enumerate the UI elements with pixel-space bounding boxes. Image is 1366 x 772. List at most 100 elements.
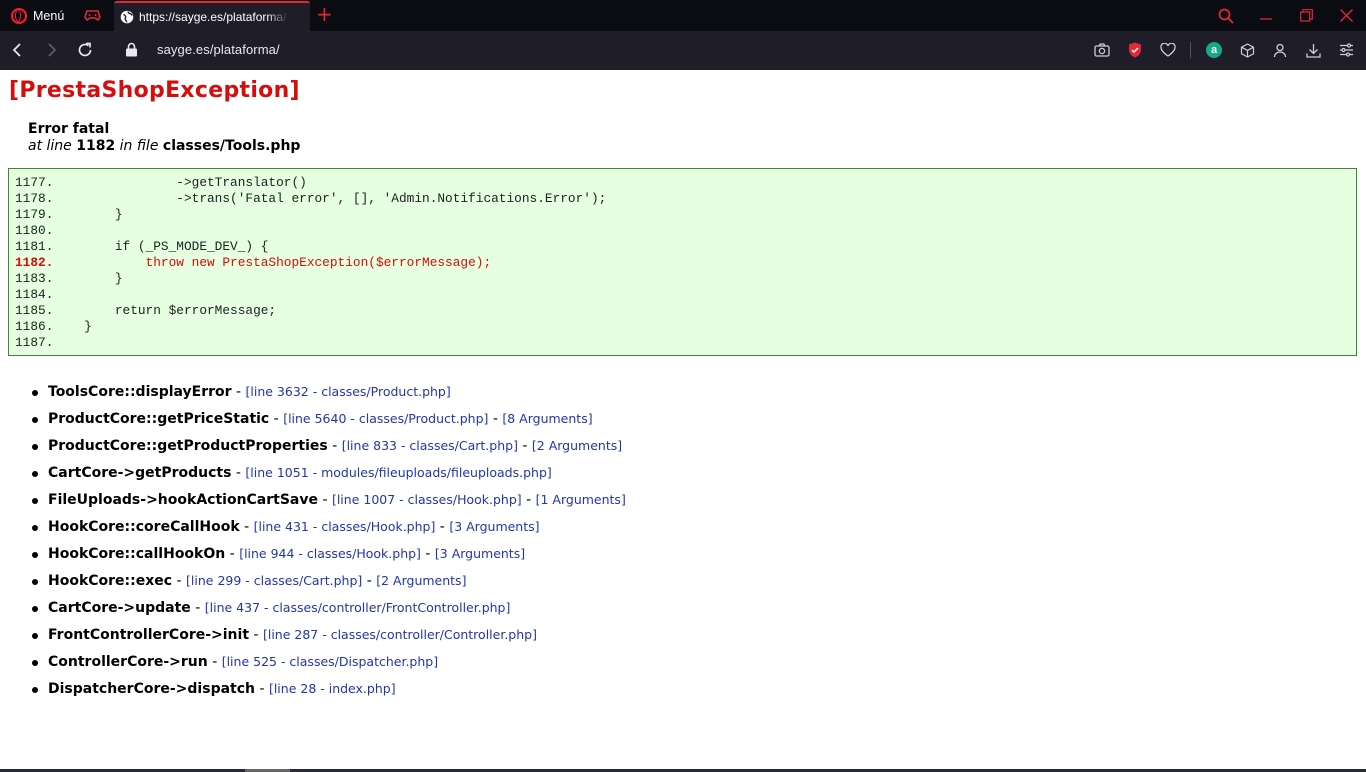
trace-function: CartCore->update [48,600,191,616]
code-line-text: } [53,207,123,222]
code-line-number: 1187. [15,335,54,350]
stack-trace-item: ToolsCore::displayError - [line 3632 - c… [28,383,626,410]
snapshot-button[interactable] [1092,40,1112,60]
at-line-prefix: at line [28,138,72,154]
back-icon[interactable] [9,41,27,59]
code-line-number: 1185. [15,303,54,318]
trace-arguments-link[interactable]: [2 Arguments] [532,438,622,453]
code-line: 1177. ->getTranslator() [15,175,1356,191]
code-line: 1178. ->trans('Fatal error', [], 'Admin.… [15,191,1356,207]
code-line-text: if (_PS_MODE_DEV_) { [53,239,269,254]
trace-location-link[interactable]: [line 525 - classes/Dispatcher.php] [222,654,438,669]
code-line-text: } [53,271,123,286]
error-title: Error fatal [28,121,110,137]
bookmark-button[interactable] [1158,40,1178,60]
globe-icon [120,10,134,24]
code-line-number: 1184. [15,287,54,302]
opera-menu-button[interactable]: Menú [6,6,64,26]
new-tab-button[interactable]: + [316,4,333,24]
close-window-button[interactable] [1326,0,1366,31]
easy-setup-button[interactable] [1336,40,1356,60]
trace-function: ControllerCore->run [48,654,208,670]
trace-function: ProductCore::getPriceStatic [48,411,270,427]
stack-trace-item: CartCore->getProducts - [line 1051 - mod… [28,464,626,491]
minimize-button[interactable] [1246,0,1286,31]
camera-icon [1094,43,1110,57]
shield-icon [1129,42,1141,58]
gx-control-icon[interactable] [84,8,101,22]
search-tabs-button[interactable] [1206,0,1246,31]
trace-function: FileUploads->hookActionCartSave [48,492,318,508]
trace-function: CartCore->getProducts [48,465,232,481]
url-field[interactable]: sayge.es/plataforma/ [157,42,280,57]
trace-function: ProductCore::getProductProperties [48,438,328,454]
downloads-button[interactable] [1303,40,1323,60]
trace-location-link[interactable]: [line 287 - classes/controller/Controlle… [263,627,537,642]
code-line-text: ->trans('Fatal error', [], 'Admin.Notifi… [53,191,607,206]
error-file: classes/Tools.php [162,138,301,154]
trace-function: DispatcherCore->dispatch [48,681,255,697]
code-line: 1181. if (_PS_MODE_DEV_) { [15,239,1356,255]
code-line-number: 1182. [15,255,54,270]
error-line-number: 1182 [76,138,116,154]
lock-icon[interactable] [125,42,138,57]
trace-location-link[interactable]: [line 944 - classes/Hook.php] [239,546,421,561]
exception-heading: [PrestaShopException] [9,78,300,103]
stack-trace-item: DispatcherCore->dispatch - [line 28 - in… [28,680,626,707]
code-line-text: } [53,319,92,334]
stack-trace-item: HookCore::callHookOn - [line 944 - class… [28,545,626,572]
trace-location-link[interactable]: [line 3632 - classes/Product.php] [246,384,451,399]
stack-trace-item: ProductCore::getPriceStatic - [line 5640… [28,410,626,437]
trace-location-link[interactable]: [line 437 - classes/controller/FrontCont… [205,600,511,615]
easy-setup-icon [1339,43,1353,57]
trace-location-link[interactable]: [line 5640 - classes/Product.php] [283,411,488,426]
minimize-icon [1260,17,1272,20]
trace-location-link[interactable]: [line 431 - classes/Hook.php] [254,519,436,534]
account-extension-button[interactable]: a [1204,40,1224,60]
trace-location-link[interactable]: [line 1007 - classes/Hook.php] [332,492,522,507]
profile-button[interactable] [1270,40,1290,60]
trace-arguments-link[interactable]: [2 Arguments] [376,573,466,588]
code-line-number: 1186. [15,319,54,334]
trace-location-link[interactable]: [line 28 - index.php] [269,681,396,696]
code-line: 1185. return $errorMessage; [15,303,1356,319]
trace-location-link[interactable]: [line 1051 - modules/fileuploads/fileupl… [245,465,551,480]
trace-arguments-link[interactable]: [8 Arguments] [502,411,592,426]
code-line: 1179. } [15,207,1356,223]
trace-function: HookCore::callHookOn [48,546,226,562]
trace-arguments-link[interactable]: [1 Arguments] [536,492,626,507]
stack-trace-item: FileUploads->hookActionCartSave - [line … [28,491,626,518]
download-icon [1305,43,1321,58]
heart-icon [1160,43,1176,57]
code-line-text: return $errorMessage; [53,303,277,318]
code-line-number: 1183. [15,271,54,286]
toolbar-separator [1190,42,1191,58]
stack-trace-item: ProductCore::getProductProperties - [lin… [28,437,626,464]
reload-icon[interactable] [76,41,94,59]
in-file-prefix: in file [119,138,159,154]
adblock-button[interactable] [1125,40,1145,60]
trace-arguments-link[interactable]: [3 Arguments] [449,519,539,534]
code-excerpt: 1177. ->getTranslator() 1178. ->trans('Fa… [8,168,1357,356]
trace-function: FrontControllerCore->init [48,627,250,643]
code-line: 1180. [15,223,1356,239]
code-line: 1183. } [15,271,1356,287]
restore-button[interactable] [1286,0,1326,31]
account-icon: a [1206,42,1222,58]
search-icon [1218,8,1234,24]
code-line-number: 1181. [15,239,54,254]
close-icon [1339,9,1353,22]
trace-location-link[interactable]: [line 299 - classes/Cart.php] [186,573,362,588]
forward-icon[interactable] [42,41,60,59]
trace-function: ToolsCore::displayError [48,384,232,400]
tab-active[interactable]: https://sayge.es/plataforma/ [114,1,310,31]
page-content: [PrestaShopException] Error fatal at lin… [0,70,1366,772]
stack-trace-list: ToolsCore::displayError - [line 3632 - c… [28,383,626,707]
menu-label: Menú [33,9,65,23]
code-line: 1184. [15,287,1356,303]
trace-arguments-link[interactable]: [3 Arguments] [435,546,525,561]
person-icon [1273,43,1287,57]
trace-location-link[interactable]: [line 833 - classes/Cart.php] [342,438,518,453]
extensions-button[interactable] [1237,40,1257,60]
tab-title: https://sayge.es/plataforma/ [139,10,287,24]
